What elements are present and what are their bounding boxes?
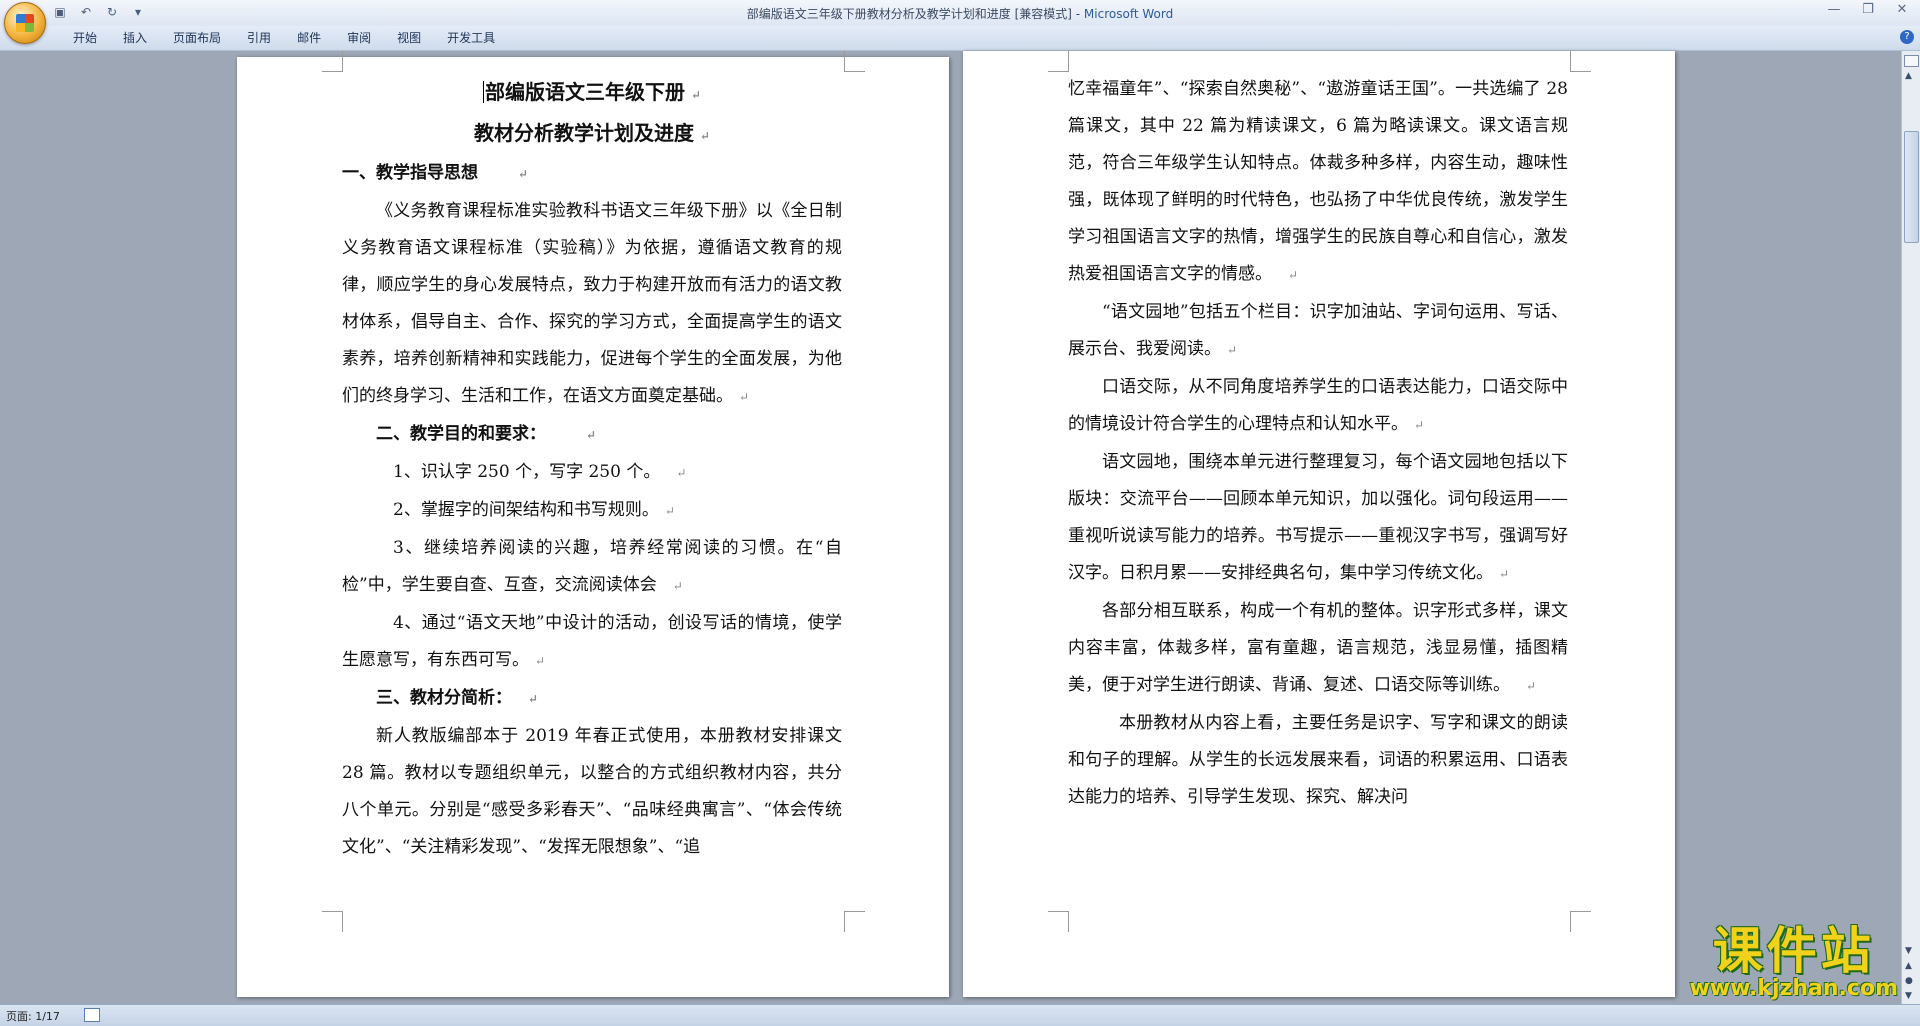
minimize-icon[interactable]: — [1824, 2, 1844, 17]
office-logo-icon [16, 14, 34, 32]
page-2-content: 忆幸福童年”、“探索自然奥秘”、“遨游童话王国”。一共选编了 28 篇课文，其中… [1068, 71, 1568, 816]
help-icon[interactable]: ? [1900, 30, 1914, 44]
text-cursor [482, 81, 484, 103]
watermark-logo: 课件站 www.kjzhan.com [1689, 924, 1898, 1000]
ribbon-tabs: 开始 插入 页面布局 引用 邮件 审阅 视图 开发工具 [60, 30, 508, 46]
window-controls: — ❐ ✕ [1824, 2, 1912, 17]
tab-view[interactable]: 视图 [384, 30, 434, 46]
previous-page-icon[interactable]: ▲ [1905, 961, 1912, 971]
crop-mark [1570, 51, 1591, 72]
close-icon[interactable]: ✕ [1892, 2, 1912, 17]
list-item: 3、继续培养阅读的兴趣，培养经常阅读的习惯。在“自检”中，学生要自查、互查，交流… [342, 538, 842, 595]
crop-mark [322, 51, 343, 72]
paragraph: 各部分相互联系，构成一个有机的整体。识字形式多样，课文内容丰富，体裁多样，富有童… [1068, 601, 1568, 695]
restore-icon[interactable]: ❐ [1858, 2, 1878, 17]
list-item: 4、通过“语文天地”中设计的活动，创设写话的情境，使学生愿意写，有东西可写。 ↵ [342, 613, 842, 670]
watermark-url: www.kjzhan.com [1689, 976, 1898, 1001]
crop-mark [844, 51, 865, 72]
paragraph: 语文园地，围绕本单元进行整理复习，每个语文园地包括以下版块：交流平台——回顾本单… [1068, 452, 1568, 583]
ruler-toggle-icon[interactable] [1904, 55, 1919, 67]
select-browse-object-icon[interactable]: ● [1905, 976, 1913, 986]
status-bar: 页面: 1/17 [0, 1004, 1920, 1026]
office-button[interactable] [4, 2, 46, 44]
paragraph: “语文园地”包括五个栏目：识字加油站、字词句运用、写话、展示台、我爱阅读。 ↵ [1068, 302, 1568, 359]
ribbon: 开始 插入 页面布局 引用 邮件 审阅 视图 开发工具 ? [0, 26, 1920, 51]
tab-review[interactable]: 审阅 [334, 30, 384, 46]
paragraph: 新人教版编部本于 2019 年春正式使用，本册教材安排课文 28 篇。教材以专题… [342, 726, 842, 857]
tab-references[interactable]: 引用 [234, 30, 284, 46]
paragraph: 本册教材从内容上看，主要任务是识字、写字和课文的朗读和句子的理解。从学生的长远发… [1068, 713, 1568, 807]
list-item: 2、掌握字的间架结构和书写规则。 ↵ [393, 500, 675, 520]
proofing-status-icon[interactable] [84, 1008, 100, 1022]
scroll-up-icon[interactable]: ▲ [1905, 71, 1912, 81]
section-heading: 一、教学指导思想 ↵ [342, 163, 529, 183]
section-heading: 三、教材分简析： ↵ [376, 688, 539, 708]
page-indicator[interactable]: 页面: 1/17 [6, 1008, 60, 1024]
window-title: 部编版语文三年级下册教材分析及教学计划和进度 [兼容模式] - Microsof… [746, 7, 1174, 21]
crop-mark [322, 911, 343, 932]
paragraph: 忆幸福童年”、“探索自然奥秘”、“遨游童话王国”。一共选编了 28 篇课文，其中… [1068, 79, 1568, 284]
document-page-2[interactable]: 忆幸福童年”、“探索自然奥秘”、“遨游童话王国”。一共选编了 28 篇课文，其中… [963, 51, 1675, 997]
tab-developer[interactable]: 开发工具 [434, 30, 508, 46]
tab-home[interactable]: 开始 [60, 30, 110, 46]
tab-page-layout[interactable]: 页面布局 [160, 30, 234, 46]
crop-mark [1570, 911, 1591, 932]
crop-mark [844, 911, 865, 932]
tab-mailings[interactable]: 邮件 [284, 30, 334, 46]
document-workspace[interactable]: 部编版语文三年级下册 ↵ 教材分析教学计划及进度 ↵ 一、教学指导思想 ↵ 《义务教育… [0, 51, 1902, 1004]
document-title: 部编版语文三年级下册 ↵ [482, 80, 702, 104]
title-bar: ▣ ↶ ↻ ▾ 部编版语文三年级下册教材分析及教学计划和进度 [兼容模式] - … [0, 0, 1920, 44]
scroll-down-icon[interactable]: ▼ [1905, 946, 1912, 956]
document-subtitle: 教材分析教学计划及进度 ↵ [473, 121, 711, 145]
crop-mark [1048, 911, 1069, 932]
crop-mark [1048, 51, 1069, 72]
paragraph: 口语交际，从不同角度培养学生的口语表达能力，口语交际中的情境设计符合学生的心理特… [1068, 377, 1568, 434]
tab-insert[interactable]: 插入 [110, 30, 160, 46]
vertical-scrollbar[interactable]: ▲ ▼ ▲ ● ▼ [1901, 51, 1920, 1004]
document-page-1[interactable]: 部编版语文三年级下册 ↵ 教材分析教学计划及进度 ↵ 一、教学指导思想 ↵ 《义务教育… [237, 51, 949, 997]
scrollbar-thumb[interactable] [1904, 131, 1919, 243]
list-item: 1、识认字 250 个，写字 250 个。 ↵ [393, 462, 687, 482]
section-heading: 二、教学目的和要求： ↵ [376, 424, 597, 444]
page-1-content: 部编版语文三年级下册 ↵ 教材分析教学计划及进度 ↵ 一、教学指导思想 ↵ 《义务教育… [342, 73, 842, 866]
watermark-main-text: 课件站 [1712, 922, 1875, 980]
next-page-icon[interactable]: ▼ [1905, 991, 1912, 1001]
paragraph: 《义务教育课程标准实验教科书语文三年级下册》以《全日制义务教育语文课程标准（实验… [342, 201, 842, 406]
